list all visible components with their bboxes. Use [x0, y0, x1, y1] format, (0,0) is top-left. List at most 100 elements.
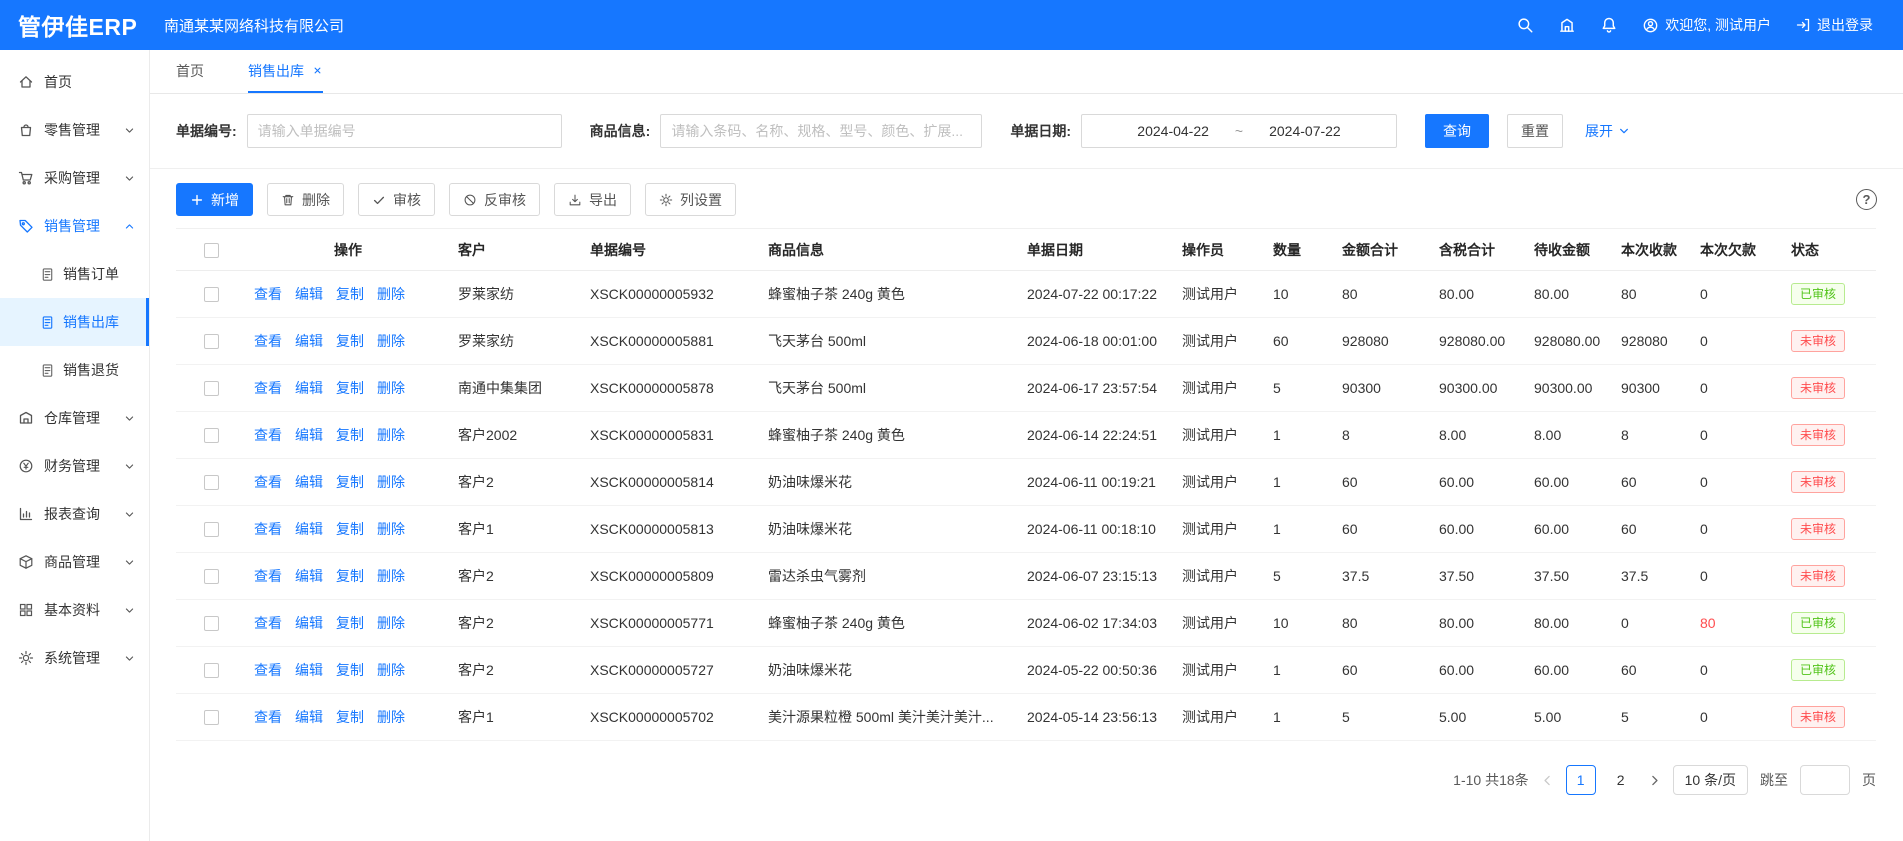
cell-status: 未审核: [1783, 506, 1876, 553]
search-button[interactable]: 查询: [1425, 114, 1489, 148]
row-action-view[interactable]: 查看: [254, 521, 282, 537]
row-select-cell: [176, 459, 246, 506]
row-action-view[interactable]: 查看: [254, 380, 282, 396]
unaudit-button[interactable]: 反审核: [449, 183, 540, 216]
reset-button[interactable]: 重置: [1507, 114, 1563, 148]
row-action-copy[interactable]: 复制: [336, 521, 364, 537]
row-action-edit[interactable]: 编辑: [295, 615, 323, 631]
row-checkbox[interactable]: [204, 522, 219, 537]
sidebar-subitem-sales-return[interactable]: 销售退货: [0, 346, 149, 394]
cell-receivable: 928080.00: [1526, 318, 1613, 365]
purchase-icon: [18, 170, 34, 186]
row-action-delete[interactable]: 删除: [377, 568, 405, 584]
audit-button[interactable]: 审核: [358, 183, 435, 216]
sidebar-item-finance[interactable]: 财务管理: [0, 442, 149, 490]
row-action-edit[interactable]: 编辑: [295, 568, 323, 584]
row-action-view[interactable]: 查看: [254, 474, 282, 490]
jump-page-input[interactable]: [1800, 765, 1850, 795]
sidebar-item-sales[interactable]: 销售管理: [0, 202, 149, 250]
row-action-delete[interactable]: 删除: [377, 380, 405, 396]
row-action-edit[interactable]: 编辑: [295, 474, 323, 490]
row-action-edit[interactable]: 编辑: [295, 333, 323, 349]
row-checkbox[interactable]: [204, 710, 219, 725]
cell-received: 8: [1613, 412, 1692, 459]
cell-received: 60: [1613, 506, 1692, 553]
sidebar-item-retail[interactable]: 零售管理: [0, 106, 149, 154]
sidebar-item-reports[interactable]: 报表查询: [0, 490, 149, 538]
welcome-user[interactable]: 欢迎您, 测试用户: [1642, 15, 1771, 35]
row-action-copy[interactable]: 复制: [336, 474, 364, 490]
row-action-delete[interactable]: 删除: [377, 615, 405, 631]
table-row: 查看编辑复制删除客户2XSCK00000005809雷达杀虫气雾剂2024-06…: [176, 553, 1876, 600]
row-action-delete[interactable]: 删除: [377, 333, 405, 349]
row-action-view[interactable]: 查看: [254, 333, 282, 349]
delete-button[interactable]: 删除: [267, 183, 344, 216]
row-checkbox[interactable]: [204, 334, 219, 349]
row-checkbox[interactable]: [204, 663, 219, 678]
row-action-view[interactable]: 查看: [254, 286, 282, 302]
sidebar-item-system[interactable]: 系统管理: [0, 634, 149, 682]
row-action-copy[interactable]: 复制: [336, 380, 364, 396]
row-action-edit[interactable]: 编辑: [295, 427, 323, 443]
expand-toggle[interactable]: 展开: [1585, 121, 1630, 141]
sidebar-item-home[interactable]: 首页: [0, 58, 149, 106]
row-action-view[interactable]: 查看: [254, 709, 282, 725]
row-checkbox[interactable]: [204, 569, 219, 584]
select-all-checkbox[interactable]: [204, 243, 219, 258]
tab-sales-outbound[interactable]: 销售出库: [248, 50, 323, 93]
row-checkbox[interactable]: [204, 475, 219, 490]
page-number[interactable]: 2: [1606, 765, 1636, 795]
add-button[interactable]: 新增: [176, 183, 253, 216]
close-icon[interactable]: [312, 65, 323, 76]
row-action-edit[interactable]: 编辑: [295, 709, 323, 725]
row-action-edit[interactable]: 编辑: [295, 286, 323, 302]
search-icon[interactable]: [1516, 16, 1534, 34]
export-button[interactable]: 导出: [554, 183, 631, 216]
row-action-view[interactable]: 查看: [254, 662, 282, 678]
prev-page-button[interactable]: [1541, 774, 1554, 787]
row-action-delete[interactable]: 删除: [377, 286, 405, 302]
row-checkbox[interactable]: [204, 287, 219, 302]
next-page-button[interactable]: [1648, 774, 1661, 787]
row-action-copy[interactable]: 复制: [336, 662, 364, 678]
help-icon[interactable]: ?: [1856, 189, 1877, 210]
row-action-view[interactable]: 查看: [254, 568, 282, 584]
row-action-copy[interactable]: 复制: [336, 286, 364, 302]
row-checkbox[interactable]: [204, 381, 219, 396]
row-action-delete[interactable]: 删除: [377, 521, 405, 537]
page-size-select[interactable]: 10 条/页: [1673, 765, 1748, 795]
doc-no-input[interactable]: [247, 114, 562, 148]
row-action-delete[interactable]: 删除: [377, 427, 405, 443]
tab-home[interactable]: 首页: [176, 50, 204, 93]
bell-icon[interactable]: [1600, 16, 1618, 34]
row-action-edit[interactable]: 编辑: [295, 662, 323, 678]
status-badge: 已审核: [1791, 283, 1845, 305]
sidebar-subitem-sales-order[interactable]: 销售订单: [0, 250, 149, 298]
row-action-edit[interactable]: 编辑: [295, 380, 323, 396]
row-action-copy[interactable]: 复制: [336, 333, 364, 349]
row-action-view[interactable]: 查看: [254, 615, 282, 631]
row-action-delete[interactable]: 删除: [377, 709, 405, 725]
row-checkbox[interactable]: [204, 428, 219, 443]
row-action-edit[interactable]: 编辑: [295, 521, 323, 537]
sidebar-item-products[interactable]: 商品管理: [0, 538, 149, 586]
sidebar-item-basedata[interactable]: 基本资料: [0, 586, 149, 634]
logout-button[interactable]: 退出登录: [1795, 15, 1873, 35]
sidebar-item-purchase[interactable]: 采购管理: [0, 154, 149, 202]
row-action-copy[interactable]: 复制: [336, 709, 364, 725]
row-action-delete[interactable]: 删除: [377, 474, 405, 490]
home-icon[interactable]: [1558, 16, 1576, 34]
page-number[interactable]: 1: [1566, 765, 1596, 795]
sidebar-subitem-sales-outbound[interactable]: 销售出库: [0, 298, 149, 346]
column-settings-button[interactable]: 列设置: [645, 183, 736, 216]
row-action-view[interactable]: 查看: [254, 427, 282, 443]
row-action-copy[interactable]: 复制: [336, 427, 364, 443]
row-checkbox[interactable]: [204, 616, 219, 631]
product-input[interactable]: [660, 114, 982, 148]
row-action-delete[interactable]: 删除: [377, 662, 405, 678]
row-action-copy[interactable]: 复制: [336, 615, 364, 631]
company-name: 南通某某网络科技有限公司: [164, 15, 344, 36]
row-action-copy[interactable]: 复制: [336, 568, 364, 584]
sidebar-item-warehouse[interactable]: 仓库管理: [0, 394, 149, 442]
date-range-picker[interactable]: 2024-04-22 ~ 2024-07-22: [1081, 114, 1397, 148]
